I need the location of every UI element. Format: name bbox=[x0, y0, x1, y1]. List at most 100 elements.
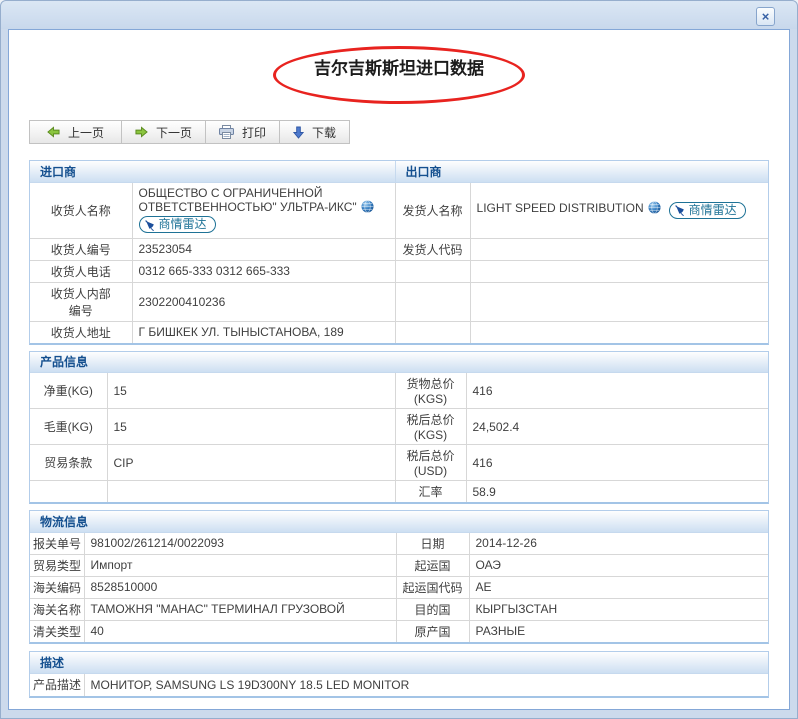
download-button[interactable]: 下载 bbox=[279, 120, 350, 144]
value-cell: 416 bbox=[466, 445, 768, 481]
blue-arrow-down-icon bbox=[293, 126, 304, 139]
table-row: 毛重(KG) 15 税后总价 (KGS) 24,502.4 bbox=[30, 409, 768, 445]
label-cell: 汇率 bbox=[395, 481, 466, 503]
table-row: 清关类型 40 原产国 РАЗНЫЕ bbox=[30, 620, 768, 642]
label-cell: 日期 bbox=[396, 532, 469, 554]
value-cell: ОБЩЕСТВО С ОГРАНИЧЕННОЙ ОТВЕТСТВЕННОСТЬЮ… bbox=[132, 182, 395, 238]
page-title: 吉尔吉斯斯坦进口数据 bbox=[9, 54, 789, 84]
window-titlebar bbox=[1, 1, 797, 29]
label-cell: 产品描述 bbox=[30, 673, 84, 696]
importer-section-header: 进口商 bbox=[30, 161, 395, 182]
table-row: 收货人名称 ОБЩЕСТВО С ОГРАНИЧЕННОЙ ОТВЕТСТВЕН… bbox=[30, 182, 768, 238]
logistics-section-header: 物流信息 bbox=[30, 511, 768, 532]
section-logistics-info: 物流信息 报关单号 981002/261214/0022093 日期 2014-… bbox=[29, 510, 769, 644]
value-cell: КЫРГЫЗСТАН bbox=[469, 598, 768, 620]
value-cell: 416 bbox=[466, 373, 768, 409]
value-cell: 15 bbox=[107, 373, 395, 409]
radar-badge[interactable]: 商情雷达 bbox=[669, 202, 746, 219]
label-cell: 发货人名称 bbox=[395, 182, 470, 238]
label-text: 收货人内部编号 bbox=[48, 285, 114, 319]
label-cell: 发货人代码 bbox=[395, 238, 470, 260]
print-label: 打印 bbox=[242, 124, 266, 141]
exporter-section-header: 出口商 bbox=[395, 161, 768, 182]
value-cell: 981002/261214/0022093 bbox=[84, 532, 396, 554]
table-row: 贸易条款 CIP 税后总价 (USD) 416 bbox=[30, 445, 768, 481]
label-cell: 货物总价 (KGS) bbox=[395, 373, 466, 409]
value-cell bbox=[470, 238, 768, 260]
label-cell: 报关单号 bbox=[30, 532, 84, 554]
printer-icon bbox=[219, 125, 234, 139]
import-data-window: × 吉尔吉斯斯坦进口数据 上一页 下一页 bbox=[0, 0, 798, 719]
consignee-name-text: ОБЩЕСТВО С ОГРАНИЧЕННОЙ ОТВЕТСТВЕННОСТЬЮ… bbox=[139, 186, 357, 214]
table-row: 收货人内部编号 2302200410236 bbox=[30, 282, 768, 321]
table-row: 收货人编号 23523054 发货人代码 bbox=[30, 238, 768, 260]
window-content: 吉尔吉斯斯坦进口数据 上一页 下一页 打印 bbox=[8, 29, 790, 710]
green-arrow-left-icon bbox=[47, 126, 60, 138]
value-cell bbox=[470, 282, 768, 321]
label-cell bbox=[395, 321, 470, 343]
table-row: 收货人地址 Г БИШКЕК УЛ. ТЫНЫСТАНОВА, 189 bbox=[30, 321, 768, 343]
label-cell: 收货人内部编号 bbox=[30, 282, 132, 321]
toolbar: 上一页 下一页 打印 下载 bbox=[29, 120, 789, 144]
value-cell: 40 bbox=[84, 620, 396, 642]
table-row: 产品描述 МОНИТОР, SAMSUNG LS 19D300NY 18.5 L… bbox=[30, 673, 768, 696]
radar-badge[interactable]: 商情雷达 bbox=[139, 216, 216, 233]
table-row: 海关名称 ТАМОЖНЯ "МАНАС" ТЕРМИНАЛ ГРУЗОВОЙ 目… bbox=[30, 598, 768, 620]
radar-badge-label: 商情雷达 bbox=[689, 203, 737, 218]
title-area: 吉尔吉斯斯坦进口数据 bbox=[9, 54, 789, 84]
value-cell: ТАМОЖНЯ "МАНАС" ТЕРМИНАЛ ГРУЗОВОЙ bbox=[84, 598, 396, 620]
value-cell bbox=[470, 321, 768, 343]
value-cell: 0312 665-333 0312 665-333 bbox=[132, 260, 395, 282]
label-cell: 原产国 bbox=[396, 620, 469, 642]
download-label: 下载 bbox=[312, 124, 336, 141]
table-row: 贸易类型 Импорт 起运国 ОАЭ bbox=[30, 554, 768, 576]
value-cell: 15 bbox=[107, 409, 395, 445]
label-cell: 起运国代码 bbox=[396, 576, 469, 598]
label-cell: 收货人编号 bbox=[30, 238, 132, 260]
green-arrow-right-icon bbox=[135, 126, 148, 138]
value-cell: CIP bbox=[107, 445, 395, 481]
value-cell: LIGHT SPEED DISTRIBUTION 商情雷达 bbox=[470, 182, 768, 238]
table-row: 收货人电话 0312 665-333 0312 665-333 bbox=[30, 260, 768, 282]
label-cell: 收货人地址 bbox=[30, 321, 132, 343]
value-cell: Г БИШКЕК УЛ. ТЫНЫСТАНОВА, 189 bbox=[132, 321, 395, 343]
table-row: 汇率 58.9 bbox=[30, 481, 768, 503]
value-cell: 2014-12-26 bbox=[469, 532, 768, 554]
label-cell: 海关名称 bbox=[30, 598, 84, 620]
value-cell bbox=[107, 481, 395, 503]
label-cell: 税后总价 (KGS) bbox=[395, 409, 466, 445]
next-page-button[interactable]: 下一页 bbox=[121, 120, 206, 144]
table-header-row: 进口商 出口商 bbox=[30, 161, 768, 182]
label-cell: 净重(KG) bbox=[30, 373, 107, 409]
value-cell: МОНИТОР, SAMSUNG LS 19D300NY 18.5 LED MO… bbox=[84, 673, 768, 696]
value-cell: AE bbox=[469, 576, 768, 598]
shipper-name-text: LIGHT SPEED DISTRIBUTION bbox=[477, 201, 644, 215]
table-header-row: 物流信息 bbox=[30, 511, 768, 532]
value-cell: 24,502.4 bbox=[466, 409, 768, 445]
table-row: 海关编码 8528510000 起运国代码 AE bbox=[30, 576, 768, 598]
value-cell: РАЗНЫЕ bbox=[469, 620, 768, 642]
label-cell: 贸易类型 bbox=[30, 554, 84, 576]
label-cell: 收货人名称 bbox=[30, 182, 132, 238]
label-cell bbox=[395, 282, 470, 321]
prev-page-label: 上一页 bbox=[68, 124, 104, 141]
prev-page-button[interactable]: 上一页 bbox=[29, 120, 122, 144]
satellite-dish-icon bbox=[144, 219, 156, 231]
print-button[interactable]: 打印 bbox=[205, 120, 280, 144]
label-cell: 收货人电话 bbox=[30, 260, 132, 282]
section-trade-parties: 进口商 出口商 收货人名称 ОБЩЕСТВО С ОГРАНИЧЕННОЙ ОТ… bbox=[29, 160, 769, 345]
value-cell: Импорт bbox=[84, 554, 396, 576]
close-button[interactable]: × bbox=[756, 7, 775, 26]
globe-icon[interactable] bbox=[648, 201, 661, 214]
globe-icon[interactable] bbox=[361, 200, 374, 213]
next-page-label: 下一页 bbox=[156, 124, 192, 141]
description-section-header: 描述 bbox=[30, 652, 768, 673]
radar-badge-line: 商情雷达 bbox=[139, 216, 389, 234]
table-row: 报关单号 981002/261214/0022093 日期 2014-12-26 bbox=[30, 532, 768, 554]
section-product-info: 产品信息 净重(KG) 15 货物总价 (KGS) 416 毛重(KG) 15 … bbox=[29, 351, 769, 505]
label-cell: 清关类型 bbox=[30, 620, 84, 642]
close-icon: × bbox=[762, 9, 770, 24]
value-cell: 8528510000 bbox=[84, 576, 396, 598]
label-cell: 海关编码 bbox=[30, 576, 84, 598]
label-cell bbox=[30, 481, 107, 503]
